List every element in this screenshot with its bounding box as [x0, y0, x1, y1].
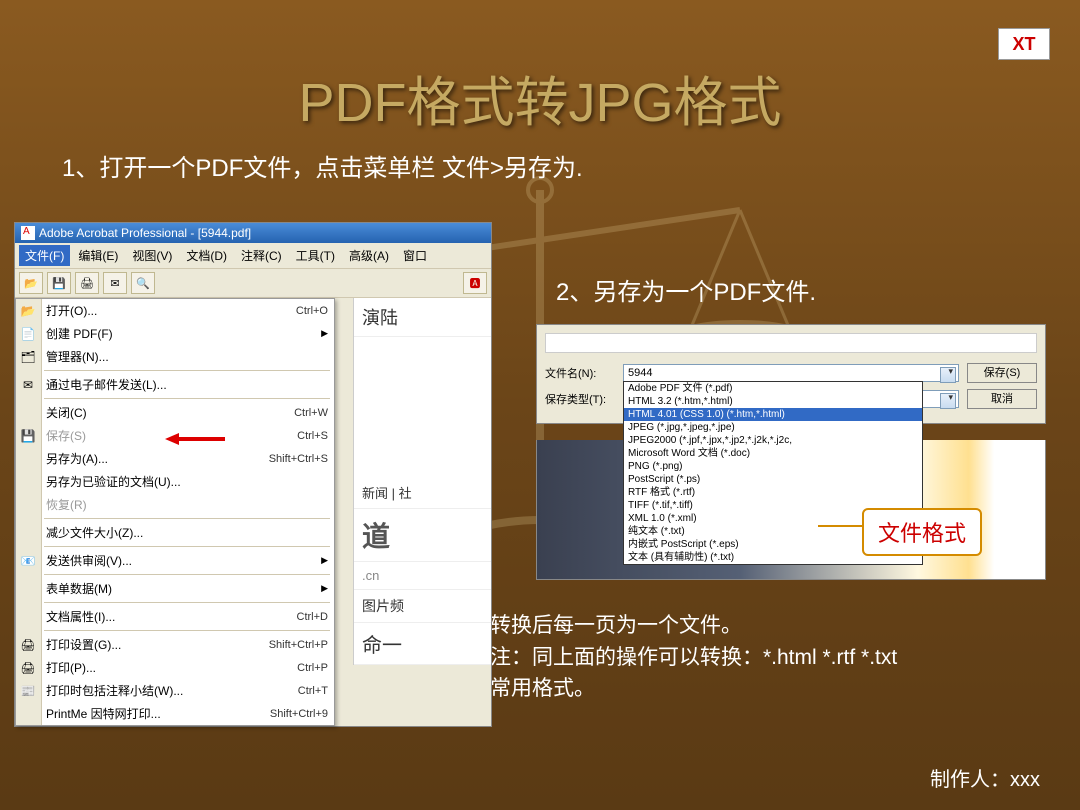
filetype-option[interactable]: HTML 4.01 (CSS 1.0) (*.htm,*.html): [624, 408, 922, 421]
submenu-arrow-icon: ▶: [321, 328, 328, 339]
menu-item-label: 恢复(R): [46, 496, 87, 513]
window-title: Adobe Acrobat Professional - [5944.pdf]: [39, 226, 251, 240]
menu-item[interactable]: 🗂 管理器(N)...: [16, 345, 334, 368]
menu-item[interactable]: 📂打开(O)...Ctrl+O: [16, 299, 334, 322]
pdf-icon: [21, 226, 35, 240]
menu-item-icon: 📂: [20, 303, 36, 319]
menu-item[interactable]: 减少文件大小(Z)...: [16, 521, 334, 544]
filetype-option[interactable]: HTML 3.2 (*.htm,*.html): [624, 395, 922, 408]
submenu-arrow-icon: ▶: [321, 583, 328, 594]
filetype-option[interactable]: PostScript (*.ps): [624, 473, 922, 486]
menu-item-label: 保存(S): [46, 427, 86, 444]
menu-view[interactable]: 视图(V): [126, 245, 178, 266]
filetype-option[interactable]: Microsoft Word 文档 (*.doc): [624, 447, 922, 460]
menu-comment[interactable]: 注释(C): [235, 245, 288, 266]
filetype-option[interactable]: RTF 格式 (*.rtf): [624, 486, 922, 499]
note-text: 转换后每一页为一个文件。 注：同上面的操作可以转换：*.html *.rtf *…: [490, 610, 1050, 705]
file-menu-dropdown: 📂打开(O)...Ctrl+O📄创建 PDF(F)▶🗂管理器(N)...✉通过电…: [15, 298, 335, 726]
menu-advanced[interactable]: 高级(A): [343, 245, 395, 266]
logo-badge: XT: [998, 28, 1050, 60]
menu-item[interactable]: 📰打印时包括注释小结(W)...Ctrl+T: [16, 679, 334, 702]
menu-item-icon: 📧: [20, 553, 36, 569]
menu-edit[interactable]: 编辑(E): [72, 245, 124, 266]
menu-item-label: 另存为已验证的文档(U)...: [46, 473, 181, 490]
menu-window[interactable]: 窗口: [397, 245, 433, 266]
menu-item[interactable]: 表单数据(M) ▶: [16, 577, 334, 600]
menu-item[interactable]: 📄 创建 PDF(F) ▶: [16, 322, 334, 345]
toolbar-btn[interactable]: 🅰: [463, 272, 487, 294]
menu-item[interactable]: 🖨打印(P)...Ctrl+P: [16, 656, 334, 679]
menu-item-icon: 📄: [20, 326, 36, 342]
filetype-option[interactable]: JPEG2000 (*.jpf,*.jpx,*.jp2,*.j2k,*.j2c,: [624, 434, 922, 447]
save-button[interactable]: 保存(S): [967, 363, 1037, 383]
filename-label: 文件名(N):: [545, 365, 615, 381]
toolbar-btn[interactable]: 🖨: [75, 272, 99, 294]
menu-item-label: 打开(O)...: [46, 302, 97, 319]
filename-combo[interactable]: 5944: [623, 364, 959, 382]
menu-item-label: 创建 PDF(F): [46, 325, 113, 342]
toolbar-btn[interactable]: 💾: [47, 272, 71, 294]
callout-line: [818, 525, 866, 527]
menu-item-label: 打印设置(G)...: [46, 636, 121, 653]
menubar[interactable]: 文件(F) 编辑(E) 视图(V) 文档(D) 注释(C) 工具(T) 高级(A…: [15, 243, 491, 269]
menu-item-icon: 🗂: [20, 349, 36, 365]
menu-item[interactable]: 关闭(C)Ctrl+W: [16, 401, 334, 424]
menu-item-icon: 📰: [20, 683, 36, 699]
menu-tools[interactable]: 工具(T): [290, 245, 341, 266]
menu-item-label: 文档属性(I)...: [46, 608, 115, 625]
submenu-arrow-icon: ▶: [321, 555, 328, 566]
menu-item[interactable]: PrintMe 因特网打印...Shift+Ctrl+9: [16, 702, 334, 725]
menu-item-label: 打印时包括注释小结(W)...: [46, 682, 183, 699]
step1-text: 1、打开一个PDF文件，点击菜单栏 文件>另存为.: [62, 148, 583, 183]
acrobat-window: Adobe Acrobat Professional - [5944.pdf] …: [14, 222, 492, 727]
toolbar-btn[interactable]: 🔍: [131, 272, 155, 294]
menu-item-icon: 🖨: [20, 637, 36, 653]
acrobat-titlebar: Adobe Acrobat Professional - [5944.pdf]: [15, 223, 491, 243]
filetype-option[interactable]: JPEG (*.jpg,*.jpeg,*.jpe): [624, 421, 922, 434]
author-text: 制作人：xxx: [930, 763, 1040, 792]
menu-item-label: 减少文件大小(Z)...: [46, 524, 143, 541]
toolbar-btn[interactable]: 📂: [19, 272, 43, 294]
menu-item[interactable]: ✉ 通过电子邮件发送(L)...: [16, 373, 334, 396]
menu-doc[interactable]: 文档(D): [180, 245, 233, 266]
menu-file[interactable]: 文件(F): [19, 245, 70, 266]
menu-item-label: 另存为(A)...: [46, 450, 108, 467]
filetype-label: 保存类型(T):: [545, 391, 615, 407]
menu-item-label: PrintMe 因特网打印...: [46, 705, 161, 722]
menu-item: 恢复(R): [16, 493, 334, 516]
menu-item[interactable]: 🖨打印设置(G)...Shift+Ctrl+P: [16, 633, 334, 656]
menu-item[interactable]: 文档属性(I)...Ctrl+D: [16, 605, 334, 628]
step2-text: 2、另存为一个PDF文件.: [556, 272, 816, 307]
filetype-option[interactable]: Adobe PDF 文件 (*.pdf): [624, 382, 922, 395]
menu-item-label: 发送供审阅(V)...: [46, 552, 132, 569]
menu-item[interactable]: 另存为(A)...Shift+Ctrl+S: [16, 447, 334, 470]
save-as-dialog: 文件名(N): 5944 保存(S) 保存类型(T): Adobe PDF 文件…: [536, 324, 1046, 424]
menu-item-label: 表单数据(M): [46, 580, 112, 597]
menu-item[interactable]: 另存为已验证的文档(U)...: [16, 470, 334, 493]
toolbar-btn[interactable]: ✉: [103, 272, 127, 294]
page-behind: 演陆 新闻 | 社 道 .cn 图片频 命一: [353, 298, 491, 665]
cancel-button[interactable]: 取消: [967, 389, 1037, 409]
menu-item[interactable]: 📧 发送供审阅(V)... ▶: [16, 549, 334, 572]
slide-title: PDF格式转JPG格式: [0, 58, 1080, 137]
menu-item-icon: ✉: [20, 377, 36, 393]
menu-item-label: 关闭(C): [46, 404, 87, 421]
red-arrow-annotation: [165, 432, 225, 446]
menu-item-label: 通过电子邮件发送(L)...: [46, 376, 167, 393]
menu-item-label: 打印(P)...: [46, 659, 96, 676]
toolbar: 📂 💾 🖨 ✉ 🔍 🅰: [15, 269, 491, 298]
filetype-option[interactable]: PNG (*.png): [624, 460, 922, 473]
menu-item-icon: 💾: [20, 428, 36, 444]
menu-item-icon: 🖨: [20, 660, 36, 676]
menu-item-label: 管理器(N)...: [46, 348, 109, 365]
callout-file-format: 文件格式: [862, 508, 982, 556]
